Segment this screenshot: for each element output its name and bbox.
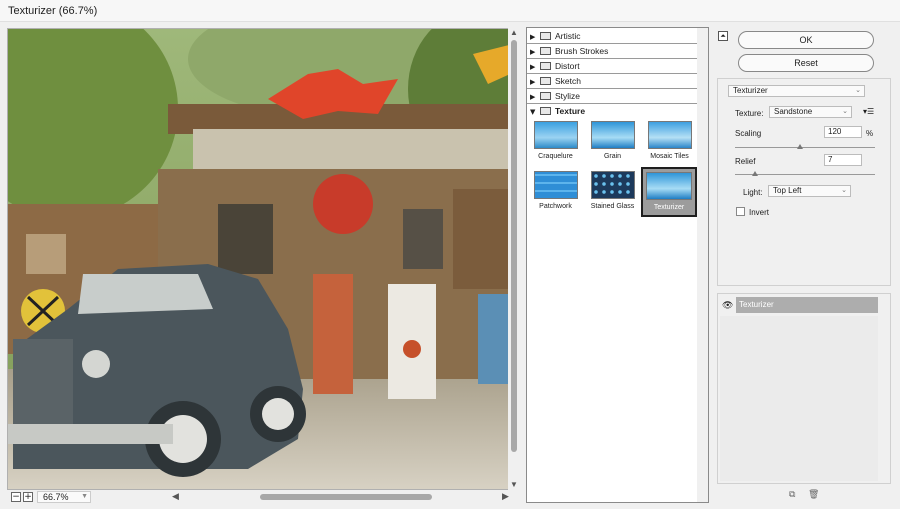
chevron-down-icon: ▼ bbox=[81, 493, 88, 500]
reset-button[interactable]: Reset bbox=[738, 54, 874, 72]
scroll-up-icon[interactable]: ▲ bbox=[510, 28, 518, 37]
new-effect-layer-icon[interactable]: ⧉ bbox=[789, 489, 799, 499]
window-title: Texturizer (66.7%) bbox=[0, 0, 900, 22]
mosaic-tiles-thumbnail bbox=[647, 121, 692, 149]
preview-vertical-scrollbar[interactable]: ▲ ▼ bbox=[508, 28, 520, 490]
light-select[interactable]: Top Left ⌄ bbox=[768, 185, 851, 197]
folder-icon bbox=[540, 92, 551, 100]
grain-thumbnail bbox=[590, 121, 635, 149]
effect-layers-panel: 👁 Texturizer bbox=[717, 293, 891, 484]
invert-label: Invert bbox=[749, 208, 770, 217]
ok-button[interactable]: OK bbox=[738, 31, 874, 49]
light-select-value: Top Left bbox=[773, 186, 802, 195]
layers-scrollbar[interactable] bbox=[878, 294, 890, 483]
filter-select-value: Texturizer bbox=[733, 86, 768, 95]
preview-canvas[interactable] bbox=[7, 28, 520, 490]
preview-horizontal-scrollbar[interactable]: ◀ ▶ bbox=[172, 491, 512, 502]
zoom-value: 66.7% bbox=[43, 492, 69, 502]
scroll-right-icon[interactable]: ▶ bbox=[502, 491, 509, 502]
expand-arrow-icon: ▶ bbox=[530, 78, 536, 86]
expand-arrow-icon: ▶ bbox=[530, 93, 536, 101]
relief-input[interactable]: 7 bbox=[824, 154, 862, 166]
craquelure-thumbnail bbox=[533, 121, 578, 149]
scaling-slider-track[interactable] bbox=[735, 147, 875, 148]
scaling-slider-handle[interactable] bbox=[797, 144, 803, 149]
gallery-scrollbar[interactable] bbox=[697, 28, 708, 502]
filter-select[interactable]: Texturizer ⌄ bbox=[728, 85, 865, 97]
filter-thumb-patchwork[interactable]: Patchwork bbox=[532, 168, 579, 214]
expand-arrow-icon: ▶ bbox=[530, 48, 536, 56]
filter-thumb-texturizer[interactable]: Texturizer bbox=[641, 167, 697, 217]
filter-label: Stained Glass bbox=[590, 203, 635, 210]
trash-icon[interactable]: 🗑 bbox=[808, 489, 819, 499]
texture-label: Texture: bbox=[735, 109, 764, 118]
filter-thumb-grain[interactable]: Grain bbox=[589, 118, 636, 164]
eye-icon[interactable]: 👁 bbox=[722, 300, 733, 311]
category-artistic[interactable]: ▶ Artistic bbox=[527, 29, 698, 44]
collapse-gallery-icon[interactable]: ⏶ bbox=[718, 31, 728, 41]
category-label: Brush Strokes bbox=[555, 46, 609, 56]
vertical-scroll-thumb[interactable] bbox=[511, 40, 517, 452]
zoom-out-button[interactable]: − bbox=[11, 492, 21, 502]
relief-label: Relief bbox=[735, 157, 756, 166]
texturizer-thumbnail bbox=[646, 172, 692, 200]
category-stylize[interactable]: ▶ Stylize bbox=[527, 89, 698, 104]
effect-layer-label: Texturizer bbox=[739, 300, 774, 309]
patchwork-thumbnail bbox=[533, 171, 578, 199]
filter-thumb-mosaic-tiles[interactable]: Mosaic Tiles bbox=[646, 118, 693, 164]
light-label: Light: bbox=[743, 188, 763, 197]
category-sketch[interactable]: ▶ Sketch bbox=[527, 74, 698, 89]
folder-icon bbox=[540, 47, 551, 55]
filter-thumb-craquelure[interactable]: Craquelure bbox=[532, 118, 579, 164]
preview-footer: − + 66.7% ▼ ◀ ▶ bbox=[7, 490, 520, 504]
preview-image bbox=[8, 29, 519, 489]
zoom-in-button[interactable]: + bbox=[23, 492, 33, 502]
chevron-down-icon: ⌄ bbox=[841, 187, 847, 194]
texture-menu-icon[interactable]: ▾☰ bbox=[863, 107, 874, 116]
category-brush-strokes[interactable]: ▶ Brush Strokes bbox=[527, 44, 698, 59]
category-label: Distort bbox=[555, 61, 580, 71]
category-label: Texture bbox=[555, 106, 586, 116]
scroll-left-icon[interactable]: ◀ bbox=[172, 491, 179, 502]
zoom-select[interactable]: 66.7% ▼ bbox=[37, 491, 91, 503]
category-label: Sketch bbox=[555, 76, 581, 86]
scaling-label: Scaling bbox=[735, 129, 762, 138]
filter-label: Grain bbox=[603, 153, 622, 160]
relief-slider-handle[interactable] bbox=[752, 171, 758, 176]
folder-icon bbox=[540, 107, 551, 115]
invert-checkbox[interactable] bbox=[736, 207, 745, 216]
category-distort[interactable]: ▶ Distort bbox=[527, 59, 698, 74]
category-label: Artistic bbox=[555, 31, 581, 41]
collapse-arrow-icon: ▼ bbox=[530, 108, 536, 116]
scaling-unit: % bbox=[866, 129, 874, 138]
scaling-input[interactable]: 120 bbox=[824, 126, 862, 138]
expand-arrow-icon: ▶ bbox=[530, 33, 536, 41]
folder-icon bbox=[540, 32, 551, 40]
expand-arrow-icon: ▶ bbox=[530, 63, 536, 71]
filter-thumb-stained-glass[interactable]: Stained Glass bbox=[589, 168, 636, 214]
folder-icon bbox=[540, 77, 551, 85]
category-texture[interactable]: ▼ Texture bbox=[527, 104, 698, 119]
layers-empty-area bbox=[720, 316, 878, 481]
filter-gallery-panel: ▶ Artistic ▶ Brush Strokes ▶ Distort ▶ Sketc… bbox=[526, 27, 709, 503]
filter-settings-panel: Texturizer ⌄ Texture: Sandstone ⌄ ▾☰ Sca… bbox=[717, 78, 891, 286]
filter-label: Mosaic Tiles bbox=[650, 153, 689, 160]
filter-label: Craquelure bbox=[538, 153, 573, 160]
texture-select[interactable]: Sandstone ⌄ bbox=[769, 106, 852, 118]
scroll-down-icon[interactable]: ▼ bbox=[510, 480, 518, 489]
chevron-down-icon: ⌄ bbox=[842, 108, 848, 115]
effect-layer-row[interactable]: Texturizer bbox=[736, 297, 878, 313]
chevron-down-icon: ⌄ bbox=[855, 87, 861, 94]
category-label: Stylize bbox=[555, 91, 581, 101]
filter-label: Patchwork bbox=[539, 203, 572, 210]
filter-label: Texturizer bbox=[653, 204, 685, 211]
stained-glass-thumbnail bbox=[590, 171, 635, 199]
filter-gallery-window: Texturizer (66.7%) ▲ ▼ − + 66.7% ▼ ◀ ▶ ▶… bbox=[0, 0, 900, 509]
folder-icon bbox=[540, 62, 551, 70]
horizontal-scroll-thumb[interactable] bbox=[260, 494, 432, 500]
texture-select-value: Sandstone bbox=[774, 107, 813, 116]
